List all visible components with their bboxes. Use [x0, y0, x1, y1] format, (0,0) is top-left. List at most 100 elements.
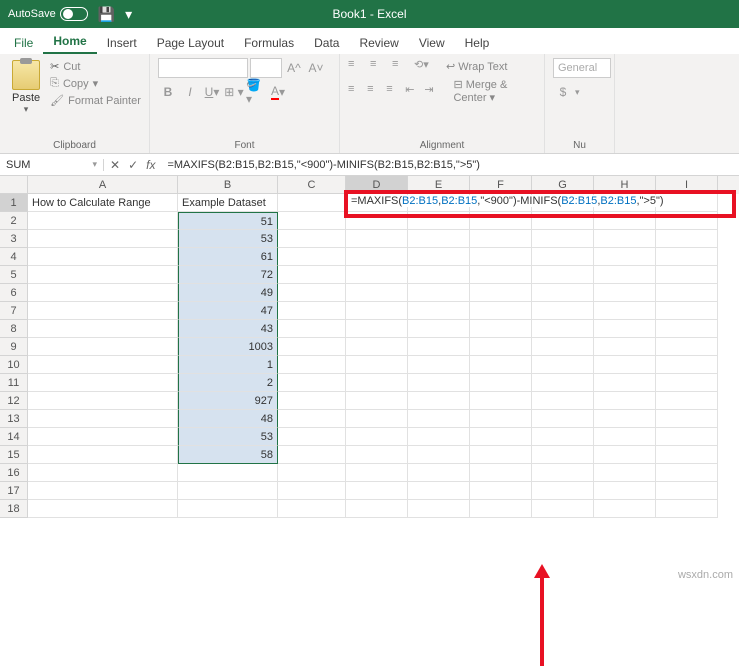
align-left-button[interactable]: ≡ — [348, 83, 363, 99]
cell-B16[interactable] — [178, 464, 278, 482]
decrease-font-button[interactable]: A˅ — [306, 58, 326, 78]
cell-F12[interactable] — [470, 392, 532, 410]
cell-B17[interactable] — [178, 482, 278, 500]
cell-F3[interactable] — [470, 230, 532, 248]
col-header-E[interactable]: E — [408, 176, 470, 194]
fill-color-button[interactable]: 🪣▾ — [246, 82, 266, 102]
cell-B5[interactable]: 72 — [178, 266, 278, 284]
cell-A14[interactable] — [28, 428, 178, 446]
row-header-8[interactable]: 8 — [0, 320, 28, 338]
cell-C12[interactable] — [278, 392, 346, 410]
cell-D11[interactable] — [346, 374, 408, 392]
cell-A8[interactable] — [28, 320, 178, 338]
indent-decrease-button[interactable]: ⇤ — [405, 83, 420, 99]
cell-B9[interactable]: 1003 — [178, 338, 278, 356]
row-header-10[interactable]: 10 — [0, 356, 28, 374]
col-header-G[interactable]: G — [532, 176, 594, 194]
cell-I9[interactable] — [656, 338, 718, 356]
cell-D12[interactable] — [346, 392, 408, 410]
cell-I6[interactable] — [656, 284, 718, 302]
cell-B13[interactable]: 48 — [178, 410, 278, 428]
cell-F8[interactable] — [470, 320, 532, 338]
row-header-7[interactable]: 7 — [0, 302, 28, 320]
cell-C3[interactable] — [278, 230, 346, 248]
cell-A5[interactable] — [28, 266, 178, 284]
row-header-11[interactable]: 11 — [0, 374, 28, 392]
cell-B11[interactable]: 2 — [178, 374, 278, 392]
cell-B4[interactable]: 61 — [178, 248, 278, 266]
row-header-3[interactable]: 3 — [0, 230, 28, 248]
cell-B10[interactable]: 1 — [178, 356, 278, 374]
cell-H12[interactable] — [594, 392, 656, 410]
save-icon[interactable]: 💾 — [98, 6, 115, 23]
cell-I11[interactable] — [656, 374, 718, 392]
align-center-button[interactable]: ≡ — [367, 83, 382, 99]
merge-center-button[interactable]: ⊟ Merge & Center ▾ — [453, 78, 536, 104]
row-header-17[interactable]: 17 — [0, 482, 28, 500]
increase-font-button[interactable]: A^ — [284, 58, 304, 78]
cell-F18[interactable] — [470, 500, 532, 518]
cell-I4[interactable] — [656, 248, 718, 266]
cell-D13[interactable] — [346, 410, 408, 428]
cell-G18[interactable] — [532, 500, 594, 518]
col-header-B[interactable]: B — [178, 176, 278, 194]
cell-D5[interactable] — [346, 266, 408, 284]
cell-I2[interactable] — [656, 212, 718, 230]
cell-E6[interactable] — [408, 284, 470, 302]
enter-formula-button[interactable]: ✓ — [128, 158, 138, 172]
cell-A1[interactable]: How to Calculate Range — [28, 194, 178, 212]
cell-H17[interactable] — [594, 482, 656, 500]
cell-D8[interactable] — [346, 320, 408, 338]
cell-E9[interactable] — [408, 338, 470, 356]
cell-H4[interactable] — [594, 248, 656, 266]
cell-A18[interactable] — [28, 500, 178, 518]
cell-G8[interactable] — [532, 320, 594, 338]
cell-E2[interactable] — [408, 212, 470, 230]
cell-E17[interactable] — [408, 482, 470, 500]
col-header-C[interactable]: C — [278, 176, 346, 194]
row-header-1[interactable]: 1 — [0, 194, 28, 212]
name-box[interactable]: SUM ▾ — [0, 159, 104, 171]
cell-C14[interactable] — [278, 428, 346, 446]
cell-D6[interactable] — [346, 284, 408, 302]
cell-H18[interactable] — [594, 500, 656, 518]
cell-C10[interactable] — [278, 356, 346, 374]
cell-B3[interactable]: 53 — [178, 230, 278, 248]
cell-A10[interactable] — [28, 356, 178, 374]
cell-D15[interactable] — [346, 446, 408, 464]
cell-F10[interactable] — [470, 356, 532, 374]
cell-F16[interactable] — [470, 464, 532, 482]
cell-H15[interactable] — [594, 446, 656, 464]
row-header-15[interactable]: 15 — [0, 446, 28, 464]
col-header-H[interactable]: H — [594, 176, 656, 194]
cell-E12[interactable] — [408, 392, 470, 410]
autosave-toggle[interactable]: AutoSave — [8, 7, 88, 21]
col-header-A[interactable]: A — [28, 176, 178, 194]
format-painter-button[interactable]: 🖌Format Painter — [50, 92, 141, 109]
cell-F14[interactable] — [470, 428, 532, 446]
cell-A3[interactable] — [28, 230, 178, 248]
cell-A15[interactable] — [28, 446, 178, 464]
cell-C13[interactable] — [278, 410, 346, 428]
cell-H14[interactable] — [594, 428, 656, 446]
row-header-9[interactable]: 9 — [0, 338, 28, 356]
cell-H11[interactable] — [594, 374, 656, 392]
cell-B14[interactable]: 53 — [178, 428, 278, 446]
cell-D7[interactable] — [346, 302, 408, 320]
cell-E5[interactable] — [408, 266, 470, 284]
copy-button[interactable]: ⎘Copy ▾ — [50, 75, 141, 92]
font-name-select[interactable] — [158, 58, 248, 78]
row-header-6[interactable]: 6 — [0, 284, 28, 302]
cell-I12[interactable] — [656, 392, 718, 410]
cell-E3[interactable] — [408, 230, 470, 248]
cell-G17[interactable] — [532, 482, 594, 500]
cell-E18[interactable] — [408, 500, 470, 518]
cell-I5[interactable] — [656, 266, 718, 284]
cell-C8[interactable] — [278, 320, 346, 338]
cell-B7[interactable]: 47 — [178, 302, 278, 320]
cell-G6[interactable] — [532, 284, 594, 302]
cell-C15[interactable] — [278, 446, 346, 464]
align-middle-button[interactable]: ≡ — [370, 58, 388, 74]
cell-B1[interactable]: Example Dataset — [178, 194, 278, 212]
cell-A7[interactable] — [28, 302, 178, 320]
